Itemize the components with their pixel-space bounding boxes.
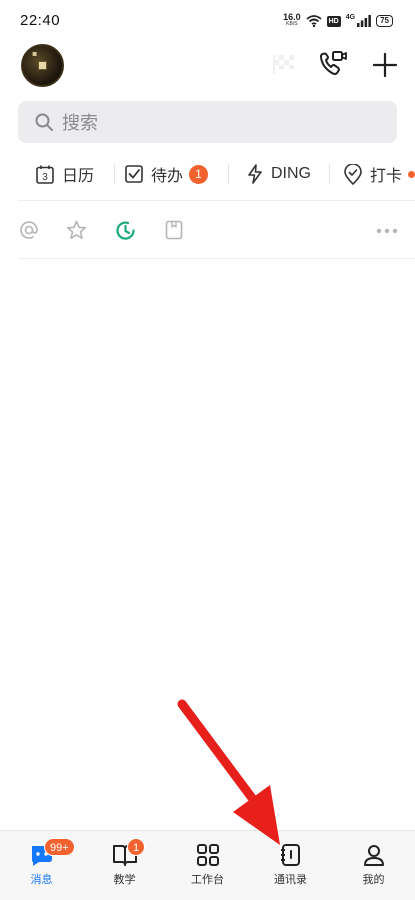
calendar-icon: 3 — [36, 165, 54, 184]
signal-icon — [357, 15, 371, 27]
tab-messages-badge: 99+ — [44, 838, 75, 856]
search-input[interactable]: 搜索 — [18, 101, 397, 143]
network-speed-unit: KB/S — [286, 21, 298, 27]
lightning-icon — [248, 164, 262, 184]
checkin-dot-badge — [408, 170, 415, 178]
video-call-icon[interactable] — [318, 50, 348, 78]
network-speed: 16.0 KB/S — [283, 12, 301, 28]
shortcut-checkin-label: 打卡 — [370, 168, 403, 185]
coin-avatar-hole — [38, 61, 47, 70]
divider — [18, 258, 415, 259]
avatar[interactable]: ▪ — [21, 44, 64, 87]
status-icons: 16.0 KB/S HD 4G 75 — [283, 12, 393, 28]
contacts-book-icon — [280, 844, 300, 866]
filter-row — [0, 210, 415, 250]
tab-contacts-label: 通讯录 — [274, 874, 307, 886]
network-speed-value: 16.0 — [283, 12, 301, 22]
star-icon[interactable] — [66, 220, 87, 240]
shortcut-todo[interactable]: 待办 1 — [115, 152, 208, 196]
shortcut-calendar-label: 日历 — [62, 168, 95, 185]
coin-avatar-glyph: ▪ — [32, 49, 38, 58]
shortcut-todo-label: 待办 — [151, 168, 184, 185]
divider — [18, 200, 415, 201]
location-check-icon — [344, 163, 362, 185]
todo-check-icon — [125, 165, 143, 183]
top-bar: ▪ — [0, 44, 415, 88]
bottom-tab-bar: 消息 99+ 教学 1 工作台 通讯录 我的 — [0, 830, 415, 900]
todo-badge: 1 — [189, 164, 208, 184]
shortcut-checkin[interactable]: 打卡 — [330, 152, 415, 196]
flag-icon[interactable] — [272, 53, 296, 75]
search-placeholder: 搜索 — [62, 113, 98, 133]
shortcut-row: 3 日历 待办 1 DING 打卡 — [0, 152, 415, 196]
wifi-icon — [306, 15, 322, 27]
more-icon[interactable] — [376, 228, 398, 234]
tab-workbench-label: 工作台 — [191, 874, 224, 886]
tab-messages-label: 消息 — [30, 874, 53, 886]
hd-badge: HD — [326, 15, 341, 27]
shortcut-ding[interactable]: DING — [229, 152, 311, 196]
tab-mine-label: 我的 — [362, 874, 385, 886]
status-bar: 22:40 16.0 KB/S HD 4G 75 — [0, 0, 415, 40]
tab-messages[interactable]: 消息 99+ — [0, 831, 83, 900]
clock-icon[interactable] — [115, 220, 136, 241]
battery-indicator: 75 — [376, 15, 393, 27]
tab-workbench[interactable]: 工作台 — [166, 831, 249, 900]
at-icon[interactable] — [19, 220, 39, 240]
plus-icon[interactable] — [372, 52, 398, 78]
tab-teaching-label: 教学 — [113, 874, 136, 886]
tab-contacts[interactable]: 通讯录 — [249, 831, 332, 900]
bookmark-icon[interactable] — [165, 220, 183, 240]
tab-teaching-badge: 1 — [127, 838, 146, 856]
user-icon — [363, 845, 384, 866]
tab-mine[interactable]: 我的 — [332, 831, 415, 900]
search-icon — [35, 113, 53, 131]
grid-icon — [196, 844, 219, 866]
shortcut-calendar[interactable]: 3 日历 — [0, 152, 94, 196]
network-type: 4G — [345, 14, 356, 21]
calendar-day: 3 — [42, 172, 48, 183]
shortcut-ding-label: DING — [271, 165, 311, 182]
status-time: 22:40 — [20, 11, 61, 29]
tab-teaching[interactable]: 教学 1 — [83, 831, 166, 900]
